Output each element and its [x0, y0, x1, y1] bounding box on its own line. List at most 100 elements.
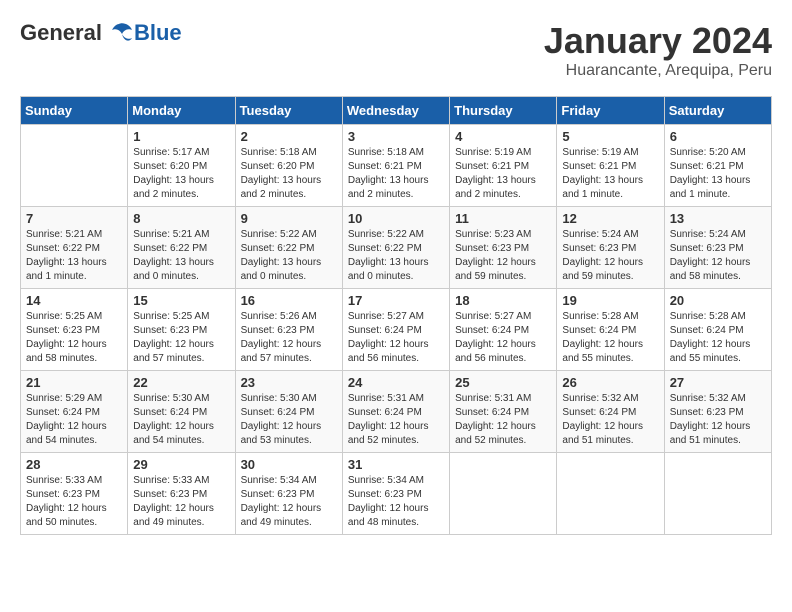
day-info: Sunrise: 5:27 AMSunset: 6:24 PMDaylight:… — [455, 310, 551, 366]
calendar-cell: 31 Sunrise: 5:34 AMSunset: 6:23 PMDayligh… — [342, 453, 449, 535]
day-info: Sunrise: 5:34 AMSunset: 6:23 PMDaylight:… — [348, 474, 444, 530]
page-header: General Blue January 2024 Huarancante, A… — [20, 20, 772, 80]
calendar-cell — [21, 125, 128, 207]
day-number: 29 — [133, 457, 229, 472]
calendar-cell: 8 Sunrise: 5:21 AMSunset: 6:22 PMDaylight… — [128, 207, 235, 289]
weekday-header-thursday: Thursday — [450, 97, 557, 125]
weekday-header-tuesday: Tuesday — [235, 97, 342, 125]
calendar-cell: 22 Sunrise: 5:30 AMSunset: 6:24 PMDayligh… — [128, 371, 235, 453]
day-number: 21 — [26, 375, 122, 390]
day-number: 23 — [241, 375, 337, 390]
calendar-cell — [450, 453, 557, 535]
day-info: Sunrise: 5:26 AMSunset: 6:23 PMDaylight:… — [241, 310, 337, 366]
day-info: Sunrise: 5:17 AMSunset: 6:20 PMDaylight:… — [133, 146, 229, 202]
calendar-cell: 20 Sunrise: 5:28 AMSunset: 6:24 PMDayligh… — [664, 289, 771, 371]
calendar-cell: 1Sunrise: 5:17 AMSunset: 6:20 PMDaylight… — [128, 125, 235, 207]
calendar-cell: 19Sunrise: 5:28 AMSunset: 6:24 PMDayligh… — [557, 289, 664, 371]
day-info: Sunrise: 5:30 AMSunset: 6:24 PMDaylight:… — [241, 392, 337, 448]
logo-blue: Blue — [134, 20, 182, 46]
calendar-cell: 23 Sunrise: 5:30 AMSunset: 6:24 PMDayligh… — [235, 371, 342, 453]
day-number: 24 — [348, 375, 444, 390]
calendar-cell: 12Sunrise: 5:24 AMSunset: 6:23 PMDayligh… — [557, 207, 664, 289]
calendar-cell: 13 Sunrise: 5:24 AMSunset: 6:23 PMDayligh… — [664, 207, 771, 289]
calendar-cell — [557, 453, 664, 535]
logo-general: General — [20, 20, 102, 46]
day-number: 2 — [241, 129, 337, 144]
day-number: 3 — [348, 129, 444, 144]
calendar-header-row: SundayMondayTuesdayWednesdayThursdayFrid… — [21, 97, 772, 125]
calendar-cell: 11 Sunrise: 5:23 AMSunset: 6:23 PMDayligh… — [450, 207, 557, 289]
logo: General Blue — [20, 20, 182, 46]
day-info: Sunrise: 5:23 AMSunset: 6:23 PMDaylight:… — [455, 228, 551, 284]
location-subtitle: Huarancante, Arequipa, Peru — [544, 62, 772, 80]
logo-bird-icon — [104, 22, 134, 44]
day-info: Sunrise: 5:29 AMSunset: 6:24 PMDaylight:… — [26, 392, 122, 448]
day-info: Sunrise: 5:28 AMSunset: 6:24 PMDaylight:… — [670, 310, 766, 366]
calendar-week-4: 21 Sunrise: 5:29 AMSunset: 6:24 PMDayligh… — [21, 371, 772, 453]
calendar-week-5: 28Sunrise: 5:33 AMSunset: 6:23 PMDayligh… — [21, 453, 772, 535]
day-number: 11 — [455, 211, 551, 226]
day-number: 8 — [133, 211, 229, 226]
calendar-cell: 2Sunrise: 5:18 AMSunset: 6:20 PMDaylight… — [235, 125, 342, 207]
day-number: 14 — [26, 293, 122, 308]
calendar-cell: 26Sunrise: 5:32 AMSunset: 6:24 PMDayligh… — [557, 371, 664, 453]
day-number: 10 — [348, 211, 444, 226]
calendar-cell: 5 Sunrise: 5:19 AMSunset: 6:21 PMDaylight… — [557, 125, 664, 207]
calendar-cell: 24 Sunrise: 5:31 AMSunset: 6:24 PMDayligh… — [342, 371, 449, 453]
calendar-cell: 14 Sunrise: 5:25 AMSunset: 6:23 PMDayligh… — [21, 289, 128, 371]
day-number: 31 — [348, 457, 444, 472]
day-number: 13 — [670, 211, 766, 226]
day-number: 17 — [348, 293, 444, 308]
day-number: 16 — [241, 293, 337, 308]
day-number: 27 — [670, 375, 766, 390]
calendar-cell: 28Sunrise: 5:33 AMSunset: 6:23 PMDayligh… — [21, 453, 128, 535]
day-number: 7 — [26, 211, 122, 226]
calendar-cell: 9Sunrise: 5:22 AMSunset: 6:22 PMDaylight… — [235, 207, 342, 289]
day-number: 20 — [670, 293, 766, 308]
day-number: 26 — [562, 375, 658, 390]
day-info: Sunrise: 5:22 AMSunset: 6:22 PMDaylight:… — [241, 228, 337, 284]
day-number: 5 — [562, 129, 658, 144]
day-number: 6 — [670, 129, 766, 144]
calendar-cell: 21 Sunrise: 5:29 AMSunset: 6:24 PMDayligh… — [21, 371, 128, 453]
month-title: January 2024 — [544, 20, 772, 62]
day-info: Sunrise: 5:22 AMSunset: 6:22 PMDaylight:… — [348, 228, 444, 284]
day-info: Sunrise: 5:24 AMSunset: 6:23 PMDaylight:… — [670, 228, 766, 284]
day-info: Sunrise: 5:27 AMSunset: 6:24 PMDaylight:… — [348, 310, 444, 366]
day-info: Sunrise: 5:33 AMSunset: 6:23 PMDaylight:… — [26, 474, 122, 530]
day-number: 15 — [133, 293, 229, 308]
calendar-cell: 25 Sunrise: 5:31 AMSunset: 6:24 PMDayligh… — [450, 371, 557, 453]
day-number: 25 — [455, 375, 551, 390]
day-info: Sunrise: 5:21 AMSunset: 6:22 PMDaylight:… — [133, 228, 229, 284]
weekday-header-friday: Friday — [557, 97, 664, 125]
weekday-header-sunday: Sunday — [21, 97, 128, 125]
calendar-week-3: 14 Sunrise: 5:25 AMSunset: 6:23 PMDayligh… — [21, 289, 772, 371]
day-info: Sunrise: 5:30 AMSunset: 6:24 PMDaylight:… — [133, 392, 229, 448]
day-info: Sunrise: 5:33 AMSunset: 6:23 PMDaylight:… — [133, 474, 229, 530]
day-info: Sunrise: 5:32 AMSunset: 6:23 PMDaylight:… — [670, 392, 766, 448]
calendar-cell: 18 Sunrise: 5:27 AMSunset: 6:24 PMDayligh… — [450, 289, 557, 371]
calendar-cell: 10 Sunrise: 5:22 AMSunset: 6:22 PMDayligh… — [342, 207, 449, 289]
weekday-header-wednesday: Wednesday — [342, 97, 449, 125]
calendar-week-2: 7 Sunrise: 5:21 AMSunset: 6:22 PMDaylight… — [21, 207, 772, 289]
calendar-cell: 3 Sunrise: 5:18 AMSunset: 6:21 PMDaylight… — [342, 125, 449, 207]
day-number: 22 — [133, 375, 229, 390]
day-number: 12 — [562, 211, 658, 226]
day-info: Sunrise: 5:25 AMSunset: 6:23 PMDaylight:… — [26, 310, 122, 366]
calendar-cell: 4Sunrise: 5:19 AMSunset: 6:21 PMDaylight… — [450, 125, 557, 207]
day-info: Sunrise: 5:19 AMSunset: 6:21 PMDaylight:… — [562, 146, 658, 202]
day-number: 18 — [455, 293, 551, 308]
calendar-cell: 16 Sunrise: 5:26 AMSunset: 6:23 PMDayligh… — [235, 289, 342, 371]
day-info: Sunrise: 5:21 AMSunset: 6:22 PMDaylight:… — [26, 228, 122, 284]
calendar-cell: 6 Sunrise: 5:20 AMSunset: 6:21 PMDaylight… — [664, 125, 771, 207]
calendar-week-1: 1Sunrise: 5:17 AMSunset: 6:20 PMDaylight… — [21, 125, 772, 207]
day-info: Sunrise: 5:34 AMSunset: 6:23 PMDaylight:… — [241, 474, 337, 530]
day-info: Sunrise: 5:18 AMSunset: 6:21 PMDaylight:… — [348, 146, 444, 202]
weekday-header-saturday: Saturday — [664, 97, 771, 125]
day-number: 19 — [562, 293, 658, 308]
day-info: Sunrise: 5:20 AMSunset: 6:21 PMDaylight:… — [670, 146, 766, 202]
day-info: Sunrise: 5:31 AMSunset: 6:24 PMDaylight:… — [455, 392, 551, 448]
day-info: Sunrise: 5:31 AMSunset: 6:24 PMDaylight:… — [348, 392, 444, 448]
calendar-cell: 29 Sunrise: 5:33 AMSunset: 6:23 PMDayligh… — [128, 453, 235, 535]
calendar-cell: 15Sunrise: 5:25 AMSunset: 6:23 PMDayligh… — [128, 289, 235, 371]
